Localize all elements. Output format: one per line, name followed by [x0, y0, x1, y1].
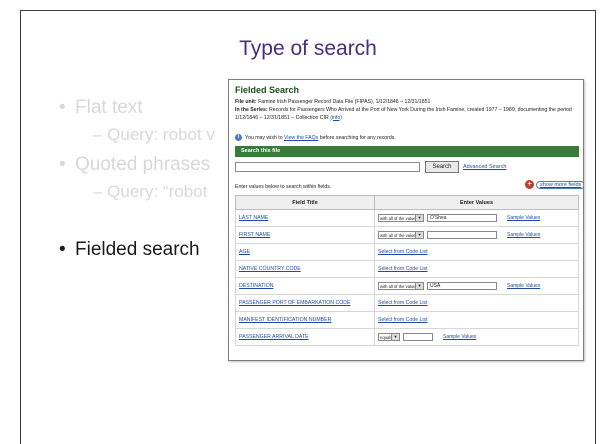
table-row: PASSENGER PORT OF EMBARKATION CODE Selec…	[235, 294, 579, 312]
field-manifest-id-link[interactable]: MANIFEST IDENTIFICATION NUMBER	[239, 317, 331, 323]
select-code-list-link[interactable]: Select from Code List	[378, 266, 428, 272]
table-row: FIRST NAME with all of the values ▼ Sample…	[235, 226, 579, 244]
slide-title: Type of search	[239, 37, 377, 60]
operator-select[interactable]: with all of the values ▼	[378, 214, 424, 222]
sample-values-link[interactable]: Sample Values	[507, 215, 540, 221]
advanced-search-link[interactable]: Advanced Search	[463, 164, 506, 170]
search-this-file-bar: Search this file	[235, 146, 579, 157]
chevron-down-icon: ▼	[415, 232, 423, 238]
table-row: DESTINATION with all of the values ▼ USA Sa…	[235, 277, 579, 295]
table-header-row: Field Title Enter Values	[235, 195, 579, 210]
table-row: MANIFEST IDENTIFICATION NUMBER Select fr…	[235, 311, 579, 329]
chevron-down-icon: ▼	[415, 283, 423, 289]
operator-select[interactable]: equals ▼	[378, 333, 400, 341]
operator-select[interactable]: with all of the values ▼	[378, 282, 424, 290]
bullet-quoted-phrases: • Quoted phrases	[59, 154, 211, 175]
field-destination-link[interactable]: DESTINATION	[239, 283, 274, 289]
field-first-name-link[interactable]: FIRST NAME	[239, 232, 270, 238]
arrival-date-value-input[interactable]	[403, 333, 433, 341]
field-arrival-date-link[interactable]: PASSENGER ARRIVAL DATE	[239, 334, 309, 340]
fielded-search-screenshot: Fielded Search File unit: Famine Irish P…	[228, 79, 584, 361]
search-button[interactable]: Search	[425, 161, 459, 173]
select-code-list-link[interactable]: Select from Code List	[378, 249, 428, 255]
field-port-of-embarkation-link[interactable]: PASSENGER PORT OF EMBARKATION CODE	[239, 300, 350, 306]
sample-values-link[interactable]: Sample Values	[507, 283, 540, 289]
table-row: AGE Select from Code List	[235, 243, 579, 261]
sub-bullet-query-robot: – Query: robot v	[93, 125, 215, 144]
field-title-header: Field Title	[235, 195, 375, 210]
show-more-fields-button[interactable]: + show more fields	[525, 180, 583, 189]
field-age-link[interactable]: AGE	[239, 249, 250, 255]
info-row: i You may wish to View the FAQs before se…	[235, 134, 396, 141]
chevron-down-icon: ▼	[415, 215, 423, 221]
chevron-down-icon: ▼	[391, 334, 399, 340]
search-input[interactable]	[235, 162, 420, 172]
field-native-country-code-link[interactable]: NATIVE COUNTRY CODE	[239, 266, 301, 272]
table-row: PASSENGER ARRIVAL DATE equals ▼ Sample Val…	[235, 328, 579, 346]
last-name-value-input[interactable]: O'Shea	[427, 214, 497, 222]
fields-table: Field Title Enter Values LAST NAME with …	[235, 195, 579, 346]
destination-value-input[interactable]: USA	[427, 282, 497, 290]
sub-bullet-query-quoted: – Query: “robot	[93, 182, 208, 201]
operator-select[interactable]: with all of the values ▼	[378, 231, 424, 239]
info-icon: i	[235, 134, 242, 141]
table-row: NATIVE COUNTRY CODE Select from Code Lis…	[235, 260, 579, 278]
enter-values-note: Enter values below to search within fiel…	[235, 184, 332, 190]
plus-icon: +	[525, 180, 534, 189]
field-last-name-link[interactable]: LAST NAME	[239, 215, 268, 221]
enter-values-header: Enter Values	[374, 195, 579, 210]
sample-values-link[interactable]: Sample Values	[443, 334, 476, 340]
sample-values-link[interactable]: Sample Values	[507, 232, 540, 238]
fielded-search-heading: Fielded Search	[235, 85, 300, 95]
bullet-flat-text: • Flat text	[59, 97, 143, 118]
select-code-list-link[interactable]: Select from Code List	[378, 317, 428, 323]
series-line: In the Series: Records for Passengers Wh…	[235, 107, 572, 121]
select-code-list-link[interactable]: Select from Code List	[378, 300, 428, 306]
bullet-fielded-search: • Fielded search	[59, 239, 200, 260]
table-row: LAST NAME with all of the values ▼ O'Shea S…	[235, 209, 579, 227]
first-name-value-input[interactable]	[427, 231, 497, 239]
series-info-link[interactable]: (info)	[330, 115, 342, 121]
file-unit-line: File unit: Famine Irish Passenger Record…	[235, 99, 431, 105]
view-faqs-link[interactable]: View the FAQs	[284, 135, 318, 141]
